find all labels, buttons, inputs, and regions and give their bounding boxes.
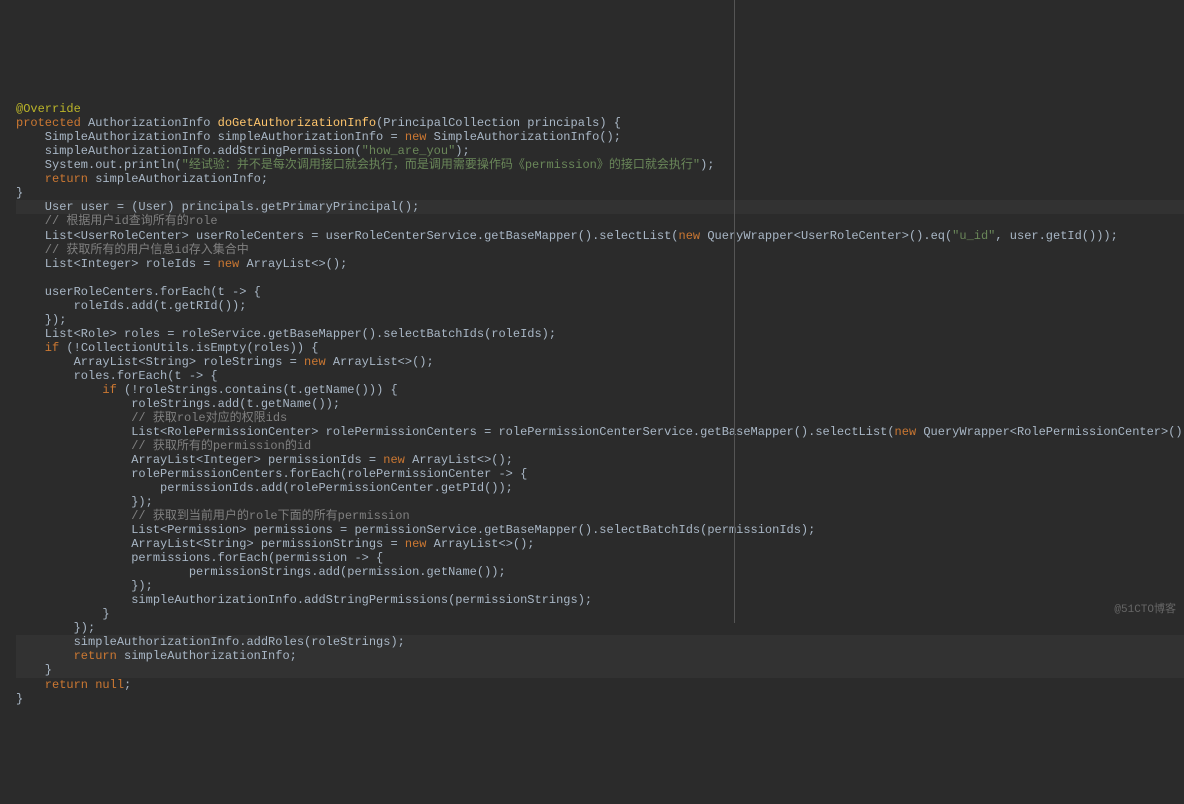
keyword-if: if — [16, 383, 117, 397]
comment: // 获取role对应的权限ids — [16, 411, 287, 425]
code-text: ArrayList<>(); — [426, 537, 534, 551]
code-text: permissions.forEach(permission -> { — [16, 551, 383, 565]
code-text: ); — [700, 158, 714, 172]
code-text: }); — [16, 495, 153, 509]
highlighted-line: simpleAuthorizationInfo.addRoles(roleStr… — [16, 635, 1184, 677]
code-text: System.out.println( — [16, 158, 182, 172]
code-text: ArrayList<>(); — [239, 257, 347, 271]
code-text: ArrayList<Integer> permissionIds = — [16, 453, 383, 467]
code-text: List<RolePermissionCenter> rolePermissio… — [16, 425, 895, 439]
code-text: QueryWrapper<RolePermissionCenter>().eq( — [916, 425, 1184, 439]
keyword-new: new — [304, 355, 326, 369]
code-text: ArrayList<>(); — [326, 355, 434, 369]
code-text: simpleAuthorizationInfo.addStringPermiss… — [16, 593, 592, 607]
comment: // 根据用户id查询所有的role — [16, 214, 218, 228]
keyword-return: return — [16, 678, 95, 692]
code-text: List<Permission> permissions = permissio… — [16, 523, 815, 537]
string-literal: "how_are_you" — [362, 144, 456, 158]
code-text: permissionIds.add(rolePermissionCenter.g… — [16, 481, 513, 495]
keyword-new: new — [383, 453, 405, 467]
comment: // 获取到当前用户的role下面的所有permission — [16, 509, 410, 523]
keyword-new: new — [405, 537, 427, 551]
comment: // 获取所有的permission的id — [16, 439, 311, 453]
code-text: ArrayList<>(); — [405, 453, 513, 467]
code-text: SimpleAuthorizationInfo simpleAuthorizat… — [16, 130, 405, 144]
code-text: ArrayList<String> permissionStrings = — [16, 537, 405, 551]
keyword-null: null — [95, 678, 124, 692]
keyword-return: return — [16, 649, 117, 663]
code-text: (!roleStrings.contains(t.getName())) { — [117, 383, 398, 397]
code-text: SimpleAuthorizationInfo(); — [426, 130, 620, 144]
keyword-new: new — [218, 257, 240, 271]
code-text: (PrincipalCollection principals) { — [376, 116, 621, 130]
code-text: ArrayList<String> roleStrings = — [16, 355, 304, 369]
string-literal: "经试验：并不是每次调用接口就会执行，而是调用需要操作码《permission》… — [182, 158, 700, 172]
code-text: (!CollectionUtils.isEmpty(roles)) { — [59, 341, 318, 355]
code-text: simpleAuthorizationInfo; — [88, 172, 268, 186]
code-text: ); — [455, 144, 469, 158]
keyword-new: new — [405, 130, 427, 144]
annotation: @Override — [16, 102, 81, 116]
code-text: }); — [16, 621, 95, 635]
comment: // 获取所有的用户信息id存入集合中 — [16, 243, 249, 257]
code-text: rolePermissionCenters.forEach(rolePermis… — [16, 467, 527, 481]
code-text: } — [16, 607, 110, 621]
keyword-return: return — [16, 172, 88, 186]
code-text: roleStrings.add(t.getName()); — [16, 397, 340, 411]
code-text: simpleAuthorizationInfo.addStringPermiss… — [16, 144, 362, 158]
code-text: }); — [16, 313, 66, 327]
method-name: doGetAuthorizationInfo — [218, 116, 376, 130]
watermark-text: @51CTO博客 — [1114, 604, 1176, 617]
code-text: simpleAuthorizationInfo.addRoles(roleStr… — [16, 635, 405, 649]
code-text: List<Integer> roleIds = — [16, 257, 218, 271]
code-text: permissionStrings.add(permission.getName… — [16, 565, 506, 579]
code-text: List<UserRoleCenter> userRoleCenters = u… — [16, 229, 679, 243]
code-text: } — [16, 186, 23, 200]
code-text: simpleAuthorizationInfo; — [117, 649, 297, 663]
code-text: } — [16, 692, 23, 706]
keyword-if: if — [16, 341, 59, 355]
code-text: roles.forEach(t -> { — [16, 369, 218, 383]
code-text: List<Role> roles = roleService.getBaseMa… — [16, 327, 556, 341]
code-text: , user.getId())); — [995, 229, 1117, 243]
string-literal: "u_id" — [952, 229, 995, 243]
code-text: User user = (User) principals.getPrimary… — [16, 200, 419, 214]
code-editor[interactable]: @Override protected AuthorizationInfo do… — [0, 84, 1184, 705]
highlighted-line: User user = (User) principals.getPrimary… — [16, 200, 1184, 214]
code-text: }); — [16, 579, 153, 593]
code-text: AuthorizationInfo — [81, 116, 218, 130]
code-text: ; — [124, 678, 131, 692]
keyword-new: new — [679, 229, 701, 243]
keyword-new: new — [895, 425, 917, 439]
editor-margin-line — [734, 0, 735, 623]
code-text: userRoleCenters.forEach(t -> { — [16, 285, 261, 299]
code-text: } — [16, 663, 52, 677]
keyword-protected: protected — [16, 116, 81, 130]
code-text: roleIds.add(t.getRId()); — [16, 299, 246, 313]
code-text: QueryWrapper<UserRoleCenter>().eq( — [700, 229, 952, 243]
